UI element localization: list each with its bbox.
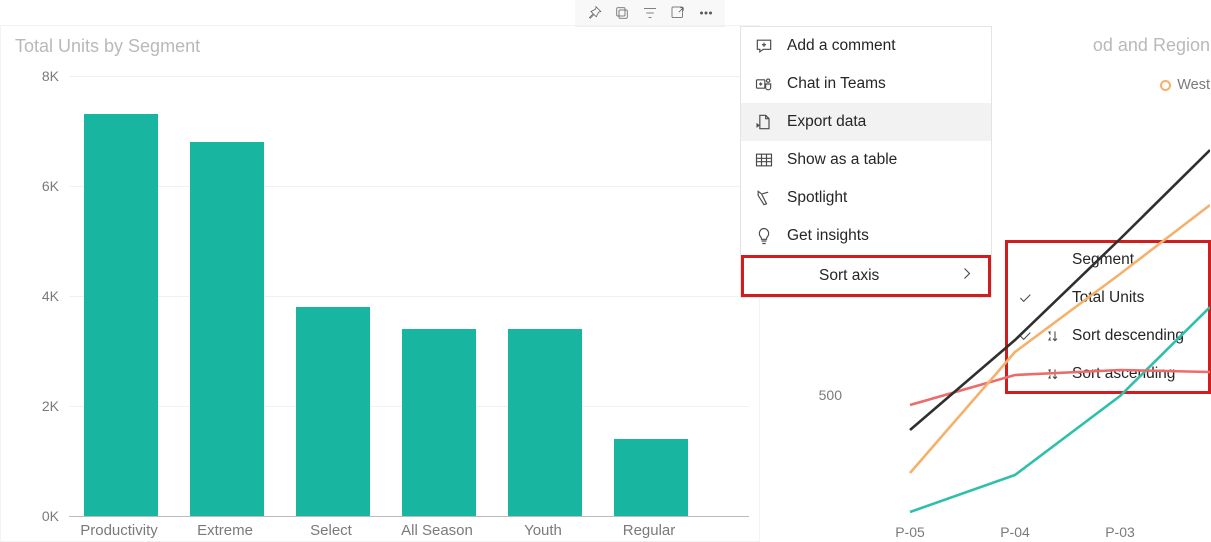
y-tick: 8K [11, 68, 59, 84]
line-chart-visual[interactable]: od and Region West 500 P-05 P-04 P-03 [790, 25, 1210, 542]
line-chart-title-fragment: od and Region [1093, 35, 1210, 56]
copy-icon[interactable] [611, 2, 633, 24]
grid-line [69, 516, 749, 517]
x-label: Regular [594, 522, 704, 539]
export-icon [753, 111, 775, 133]
x-label: Select [276, 522, 386, 539]
legend-swatch-west [1160, 80, 1171, 91]
bar-productivity[interactable] [84, 114, 158, 516]
lightbulb-icon [753, 225, 775, 247]
line-chart-plot [850, 135, 1210, 515]
y-tick: 0K [11, 508, 59, 524]
y-tick: 2K [11, 398, 59, 414]
line-y-tick: 500 [790, 387, 842, 403]
bar-youth[interactable] [508, 329, 582, 516]
focus-mode-icon[interactable] [667, 2, 689, 24]
grid-line [69, 296, 749, 297]
y-tick: 6K [11, 178, 59, 194]
x-label: Extreme [170, 522, 280, 539]
comment-icon [753, 35, 775, 57]
bar-chart-y-axis: 0K 2K 4K 6K 8K [11, 76, 61, 526]
grid-line [69, 76, 749, 77]
spotlight-icon [753, 187, 775, 209]
table-icon [753, 149, 775, 171]
more-options-icon[interactable] [695, 2, 717, 24]
bar-extreme[interactable] [190, 142, 264, 516]
bar-chart-visual[interactable]: Total Units by Segment 0K 2K 4K 6K 8K Pr… [0, 25, 760, 542]
x-label: Youth [488, 522, 598, 539]
legend-label: West [1177, 77, 1210, 93]
visual-toolbar [575, 0, 725, 27]
filter-icon[interactable] [639, 2, 661, 24]
pin-icon[interactable] [583, 2, 605, 24]
bar-select[interactable] [296, 307, 370, 516]
y-tick: 4K [11, 288, 59, 304]
x-label: All Season [382, 522, 492, 539]
x-label: Productivity [64, 522, 174, 539]
bar-regular[interactable] [614, 439, 688, 516]
teams-icon [753, 73, 775, 95]
line-x-label: P-04 [985, 524, 1045, 540]
line-chart-legend: West [1160, 77, 1210, 93]
bar-allseason[interactable] [402, 329, 476, 516]
grid-line [69, 186, 749, 187]
line-x-label: P-03 [1090, 524, 1150, 540]
line-x-label: P-05 [880, 524, 940, 540]
blank-icon [753, 265, 775, 287]
bar-chart-title: Total Units by Segment [15, 36, 200, 57]
